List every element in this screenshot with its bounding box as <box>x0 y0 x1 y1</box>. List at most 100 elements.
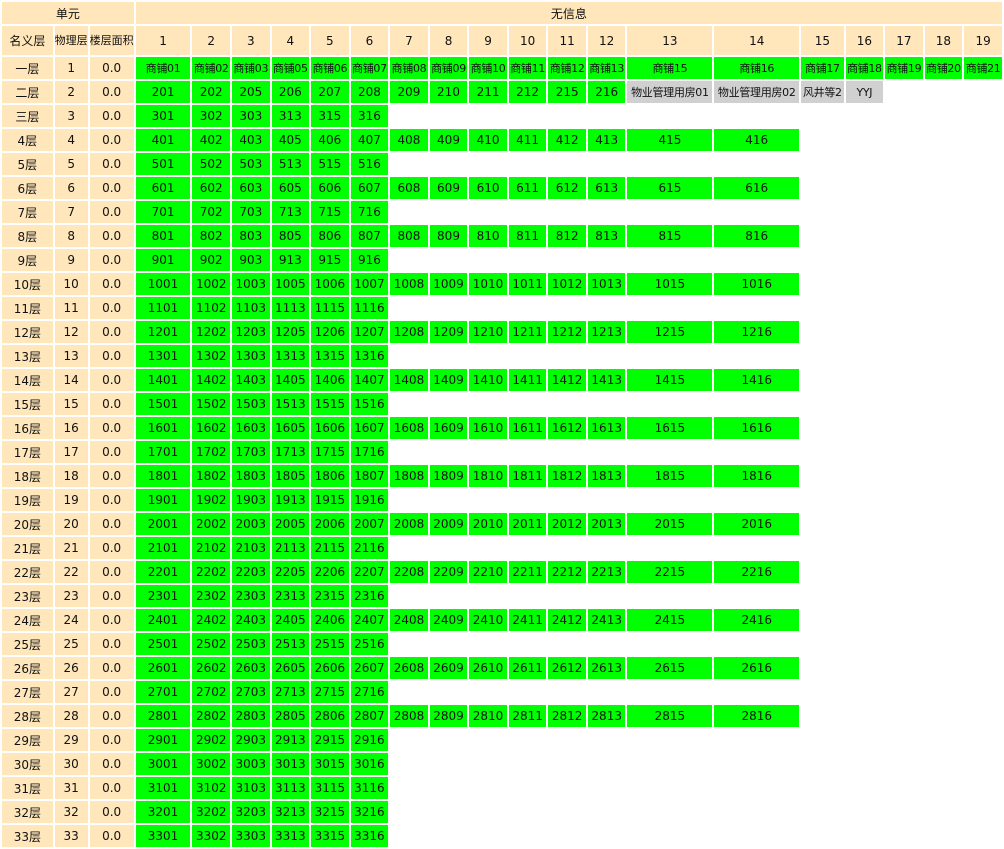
room-cell[interactable]: 1413 <box>587 369 626 391</box>
room-cell[interactable]: 商铺02 <box>192 57 230 79</box>
room-cell[interactable]: 609 <box>429 177 468 199</box>
room-cell[interactable]: 2503 <box>232 633 270 655</box>
room-cell[interactable]: 802 <box>192 225 230 247</box>
room-cell[interactable]: 1803 <box>232 465 270 487</box>
room-cell[interactable]: 商铺06 <box>311 57 349 79</box>
room-cell[interactable]: 1203 <box>232 321 270 343</box>
room-cell[interactable]: 3315 <box>311 825 349 847</box>
room-cell[interactable]: 3103 <box>232 777 270 799</box>
room-cell[interactable]: 1607 <box>350 417 389 439</box>
room-cell[interactable]: 2205 <box>271 561 310 583</box>
room-cell[interactable]: 商铺18 <box>845 57 884 79</box>
room-cell[interactable]: 3302 <box>192 825 230 847</box>
room-cell[interactable]: 2410 <box>469 609 507 631</box>
room-cell[interactable]: 3016 <box>350 753 389 775</box>
room-cell[interactable]: 2206 <box>311 561 349 583</box>
room-cell[interactable]: 406 <box>311 129 349 151</box>
room-cell[interactable]: 1006 <box>311 273 349 295</box>
room-cell[interactable]: 商铺16 <box>714 57 800 79</box>
room-cell[interactable]: 2315 <box>311 585 349 607</box>
room-cell[interactable]: 2302 <box>192 585 230 607</box>
room-cell[interactable]: 1102 <box>192 297 230 319</box>
room-cell[interactable]: 1015 <box>627 273 713 295</box>
room-cell[interactable]: 405 <box>271 129 310 151</box>
room-cell[interactable]: 1701 <box>135 441 191 463</box>
room-cell[interactable]: 1313 <box>271 345 310 367</box>
room-cell[interactable]: 1601 <box>135 417 191 439</box>
room-cell[interactable]: 2903 <box>232 729 270 751</box>
room-cell[interactable]: 2413 <box>587 609 626 631</box>
room-cell[interactable]: 2412 <box>548 609 586 631</box>
room-cell[interactable]: 2102 <box>192 537 230 559</box>
room-cell[interactable]: 3215 <box>311 801 349 823</box>
room-cell[interactable]: 1410 <box>469 369 507 391</box>
room-cell[interactable]: 2116 <box>350 537 389 559</box>
room-cell[interactable]: 商铺05 <box>271 57 310 79</box>
room-cell[interactable]: 2006 <box>311 513 349 535</box>
room-cell[interactable]: 2808 <box>390 705 428 727</box>
room-cell[interactable]: 410 <box>469 129 507 151</box>
room-cell[interactable]: 2406 <box>311 609 349 631</box>
room-cell[interactable]: 2408 <box>390 609 428 631</box>
room-cell[interactable]: 612 <box>548 177 586 199</box>
room-cell[interactable]: 201 <box>135 81 191 103</box>
room-cell[interactable]: 1516 <box>350 393 389 415</box>
room-cell[interactable]: 1806 <box>311 465 349 487</box>
room-cell[interactable]: 3201 <box>135 801 191 823</box>
room-cell[interactable]: 商铺10 <box>469 57 507 79</box>
room-cell[interactable]: 2603 <box>232 657 270 679</box>
room-cell[interactable]: 商铺07 <box>350 57 389 79</box>
room-cell[interactable]: 3015 <box>311 753 349 775</box>
room-cell[interactable]: 2407 <box>350 609 389 631</box>
room-cell[interactable]: 1001 <box>135 273 191 295</box>
room-cell[interactable]: 1612 <box>548 417 586 439</box>
room-cell[interactable]: 608 <box>390 177 428 199</box>
room-cell[interactable]: 713 <box>271 201 310 223</box>
room-cell[interactable]: 1416 <box>714 369 800 391</box>
room-cell[interactable]: 413 <box>587 129 626 151</box>
room-cell[interactable]: 701 <box>135 201 191 223</box>
room-cell[interactable]: 606 <box>311 177 349 199</box>
room-cell[interactable]: 商铺12 <box>548 57 586 79</box>
room-cell[interactable]: 515 <box>311 153 349 175</box>
room-cell[interactable]: 805 <box>271 225 310 247</box>
room-cell[interactable]: 402 <box>192 129 230 151</box>
room-cell[interactable]: 2401 <box>135 609 191 631</box>
room-cell[interactable]: 2915 <box>311 729 349 751</box>
room-cell[interactable]: 1611 <box>508 417 547 439</box>
room-cell[interactable]: 1616 <box>714 417 800 439</box>
room-cell[interactable]: 605 <box>271 177 310 199</box>
room-cell[interactable]: 401 <box>135 129 191 151</box>
room-cell[interactable]: 615 <box>627 177 713 199</box>
room-cell[interactable]: 2215 <box>627 561 713 583</box>
room-cell[interactable]: 607 <box>350 177 389 199</box>
room-cell[interactable]: 1303 <box>232 345 270 367</box>
room-cell[interactable]: 1916 <box>350 489 389 511</box>
room-cell[interactable]: 2207 <box>350 561 389 583</box>
room-cell[interactable]: 1813 <box>587 465 626 487</box>
room-cell[interactable]: 1713 <box>271 441 310 463</box>
room-cell[interactable]: 302 <box>192 105 230 127</box>
room-cell[interactable]: 1212 <box>548 321 586 343</box>
room-cell[interactable]: 2605 <box>271 657 310 679</box>
room-cell[interactable]: 2810 <box>469 705 507 727</box>
room-cell[interactable]: 1515 <box>311 393 349 415</box>
room-cell[interactable]: 1302 <box>192 345 230 367</box>
room-cell[interactable]: 1210 <box>469 321 507 343</box>
room-cell[interactable]: 1115 <box>311 297 349 319</box>
room-cell[interactable]: 2902 <box>192 729 230 751</box>
room-cell[interactable]: 408 <box>390 129 428 151</box>
room-cell[interactable]: 812 <box>548 225 586 247</box>
room-cell[interactable]: 1809 <box>429 465 468 487</box>
room-cell[interactable]: 3003 <box>232 753 270 775</box>
room-cell[interactable]: 208 <box>350 81 389 103</box>
room-cell[interactable]: 2016 <box>714 513 800 535</box>
room-cell[interactable]: 1805 <box>271 465 310 487</box>
room-cell[interactable]: 202 <box>192 81 230 103</box>
room-cell[interactable]: 2411 <box>508 609 547 631</box>
room-cell[interactable]: 610 <box>469 177 507 199</box>
room-cell[interactable]: 2612 <box>548 657 586 679</box>
room-cell[interactable]: 313 <box>271 105 310 127</box>
room-cell[interactable]: 210 <box>429 81 468 103</box>
room-cell[interactable]: 2403 <box>232 609 270 631</box>
